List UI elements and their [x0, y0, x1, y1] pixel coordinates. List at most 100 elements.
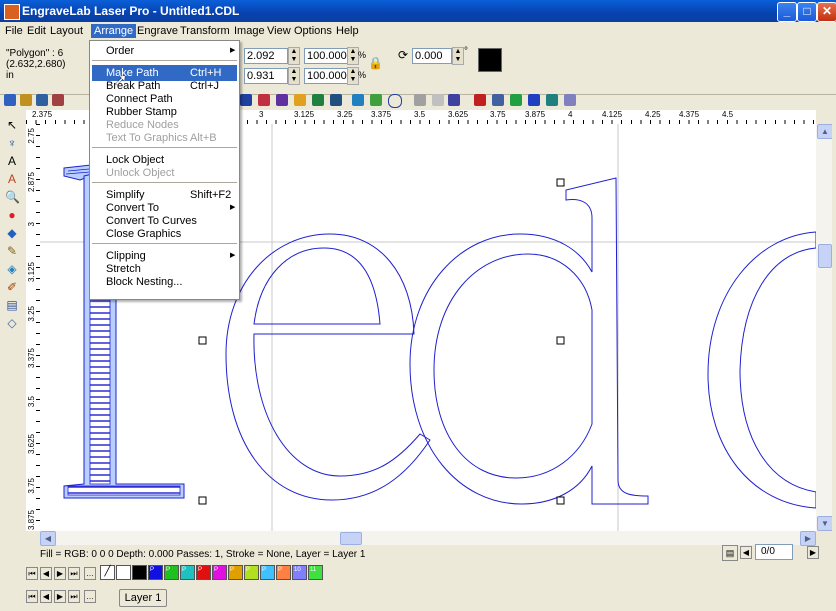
tool-icon-7[interactable] [352, 94, 364, 106]
menu-engrave[interactable]: Engrave [134, 24, 181, 38]
menu-file[interactable]: File [2, 24, 26, 38]
print-icon[interactable] [52, 94, 64, 106]
palette-more-button[interactable]: … [84, 567, 96, 580]
color-swatch[interactable] [478, 48, 502, 72]
app-icon [4, 4, 20, 20]
x-spinner[interactable]: ▲ ▼ [288, 47, 300, 65]
color-swatch[interactable]: P [212, 565, 227, 580]
open-icon[interactable] [20, 94, 32, 106]
no-color-swatch[interactable]: ╱ [100, 565, 115, 580]
tool-icon-16[interactable] [564, 94, 576, 106]
scale-y-field[interactable]: 100.000 [304, 68, 348, 84]
layer-tab[interactable]: Layer 1 [119, 589, 167, 607]
fill-icon[interactable]: ◆ [5, 226, 19, 240]
menu-options[interactable]: Options [291, 24, 335, 38]
menu-help[interactable]: Help [333, 24, 362, 38]
rotation-field[interactable]: 0.000 [412, 48, 452, 64]
scroll-left-button[interactable]: ◀ [40, 531, 56, 546]
layer-first-button[interactable]: ⏮ [26, 590, 38, 603]
menu-edit[interactable]: Edit [24, 24, 49, 38]
prev-page-button[interactable]: ◀ [740, 546, 752, 559]
menu-arrange[interactable]: Arrange [91, 24, 137, 38]
zoom-icon[interactable]: 🔍 [5, 190, 20, 204]
delete-icon[interactable] [474, 94, 486, 106]
vertical-scrollbar[interactable]: ▲ ▼ [816, 124, 833, 531]
color-swatch[interactable]: 10 [292, 565, 307, 580]
tool-icon-3[interactable] [276, 94, 288, 106]
tool-icon-14[interactable] [528, 94, 540, 106]
tool-icon-9[interactable] [414, 94, 426, 106]
minimize-button[interactable]: _ [777, 2, 797, 22]
black-swatch[interactable] [132, 565, 147, 580]
palette-next-button[interactable]: ▶ [54, 567, 66, 580]
menu-view[interactable]: View [264, 24, 294, 38]
palette-prev-button[interactable]: ◀ [40, 567, 52, 580]
pen-icon[interactable]: ✎ [5, 244, 19, 258]
color-swatch[interactable]: P [260, 565, 275, 580]
node-icon[interactable]: ♆ [5, 136, 19, 150]
horizontal-scroll-thumb[interactable] [340, 532, 362, 545]
x-field[interactable]: 2.092 [244, 48, 288, 64]
page-icon[interactable]: ▤ [722, 545, 738, 561]
layer-prev-button[interactable]: ◀ [40, 590, 52, 603]
save-icon[interactable] [36, 94, 48, 106]
next-page-button[interactable]: ▶ [807, 546, 819, 559]
ruler-tick: 3.75 [27, 478, 36, 494]
menu-item-block-nesting[interactable]: Block Nesting... [92, 274, 237, 290]
tool-icon-4[interactable] [294, 94, 306, 106]
pointer-icon[interactable]: ↖ [5, 118, 19, 132]
menu-layout[interactable]: Layout [47, 24, 86, 38]
color-swatch[interactable]: P [148, 565, 163, 580]
text-art-icon[interactable]: A [5, 172, 19, 186]
new-icon[interactable] [4, 94, 16, 106]
scroll-right-button[interactable]: ▶ [800, 531, 816, 546]
tool-icon-6[interactable] [330, 94, 342, 106]
palette-first-button[interactable]: ⏮ [26, 567, 38, 580]
layer-next-button[interactable]: ▶ [54, 590, 66, 603]
menu-item-close-graphics[interactable]: Close Graphics [92, 226, 237, 242]
color-swatch[interactable]: P [276, 565, 291, 580]
color-swatch[interactable]: P [180, 565, 195, 580]
swatch-label: P [166, 567, 171, 573]
tool-icon-10[interactable] [432, 94, 444, 106]
color-swatch[interactable]: 11 [308, 565, 323, 580]
color-swatch[interactable]: P [228, 565, 243, 580]
scroll-up-button[interactable]: ▲ [817, 124, 833, 139]
brush-icon[interactable]: ✐ [5, 280, 19, 294]
menu-image[interactable]: Image [231, 24, 268, 38]
tool-icon-5[interactable] [312, 94, 324, 106]
palette-last-button[interactable]: ⏭ [68, 567, 80, 580]
horizontal-scrollbar[interactable]: ◀ ▶ [40, 531, 816, 546]
lock-ratio-icon[interactable]: 🔒 [368, 56, 383, 70]
tool-icon-12[interactable] [492, 94, 504, 106]
scroll-down-button[interactable]: ▼ [817, 516, 833, 531]
close-button[interactable]: ✕ [817, 2, 836, 22]
outline-swatch[interactable] [116, 565, 131, 580]
rotation-spinner[interactable]: ▲ ▼ [452, 47, 464, 65]
tool-icon-8[interactable] [370, 94, 382, 106]
bucket-icon[interactable]: ◈ [5, 262, 19, 276]
menu-transform[interactable]: Transform [177, 24, 233, 38]
color-swatch[interactable]: P [244, 565, 259, 580]
tool-icon-15[interactable] [546, 94, 558, 106]
object-name: "Polygon" : 6 [6, 48, 64, 59]
vertical-scroll-thumb[interactable] [818, 244, 832, 268]
y-spinner[interactable]: ▲ ▼ [288, 67, 300, 85]
tool-icon-1[interactable] [240, 94, 252, 106]
layer-icon[interactable]: ▤ [5, 298, 19, 312]
tool-icon-11[interactable] [448, 94, 460, 106]
eraser-icon[interactable]: ◇ [5, 316, 19, 330]
tool-icon-13[interactable] [510, 94, 522, 106]
color-swatch[interactable]: P [196, 565, 211, 580]
tool-icon-2[interactable] [258, 94, 270, 106]
shape-icon[interactable]: ● [5, 208, 19, 222]
color-swatch[interactable]: P [164, 565, 179, 580]
menu-item-order[interactable]: Order ▶ [92, 43, 237, 59]
layer-last-button[interactable]: ⏭ [68, 590, 80, 603]
text-icon[interactable]: A [5, 154, 19, 168]
ellipse-icon[interactable] [388, 94, 402, 108]
scale-x-field[interactable]: 100.000 [304, 48, 348, 64]
layer-more-button[interactable]: … [84, 590, 96, 603]
maximize-button[interactable]: □ [797, 2, 817, 22]
y-field[interactable]: 0.931 [244, 68, 288, 84]
